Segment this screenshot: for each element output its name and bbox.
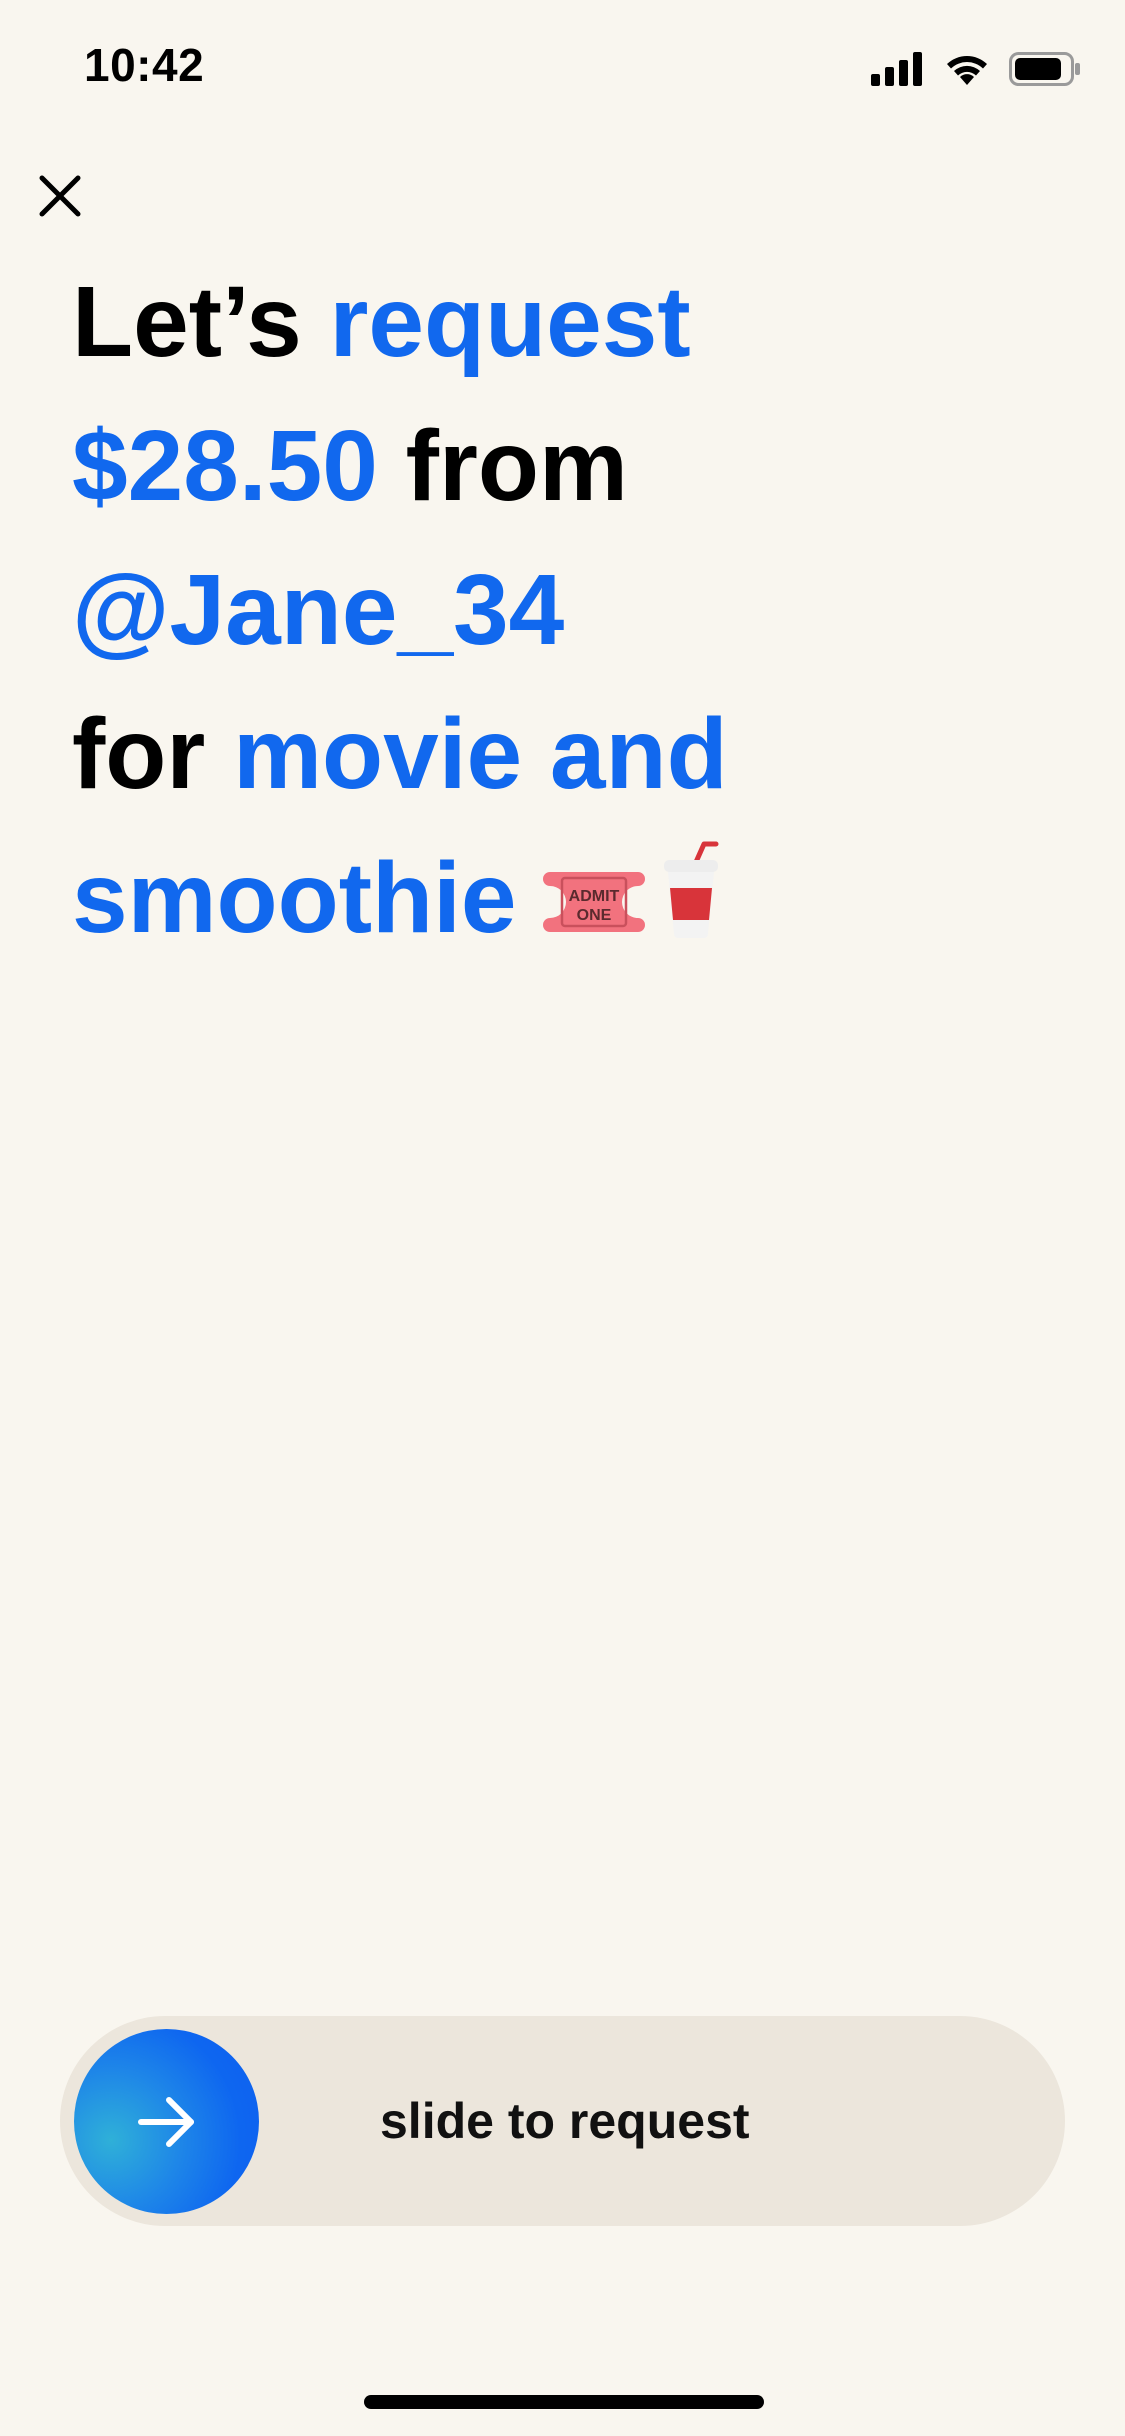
request-screen: 10:42 Let’s request $28.50 from @Jane_34…: [0, 0, 1125, 2436]
battery-icon: [1009, 52, 1080, 86]
headline-line-1: Let’s request: [72, 250, 1072, 394]
headline-line-2: $28.50 from: [72, 394, 1072, 538]
amount-text[interactable]: $28.50: [72, 410, 378, 522]
close-icon: [39, 175, 81, 217]
cellular-signal-icon: [871, 52, 922, 86]
status-icons: [871, 48, 1081, 90]
cup-with-straw-emoji-icon: [664, 841, 719, 938]
headline-action-text: request: [329, 266, 691, 378]
note-emojis: ADMIT ONE: [542, 834, 726, 978]
note-text-part-1[interactable]: movie and: [233, 698, 728, 810]
headline-line-4: for movie and: [72, 682, 1072, 826]
slider-knob[interactable]: [74, 2029, 259, 2214]
ticket-emoji-icon: ADMIT ONE: [543, 872, 646, 932]
home-indicator[interactable]: [364, 2395, 764, 2409]
headline-for-text: for: [72, 698, 206, 810]
slider-label: slide to request: [380, 2093, 750, 2149]
svg-text:ADMIT: ADMIT: [569, 888, 620, 905]
recipient-username[interactable]: @Jane_34: [72, 554, 564, 666]
slide-to-request-slider[interactable]: slide to request: [60, 2016, 1065, 2226]
headline-line-3: @Jane_34: [72, 538, 1072, 682]
wifi-icon: [947, 56, 987, 85]
headline-lets-text: Let’s: [72, 266, 302, 378]
request-summary-headline: Let’s request $28.50 from @Jane_34 for m…: [72, 250, 1072, 978]
close-button[interactable]: [32, 168, 88, 224]
headline-from-text: from: [405, 410, 628, 522]
svg-text:ONE: ONE: [577, 907, 612, 924]
status-time: 10:42: [84, 39, 205, 91]
note-text-part-2[interactable]: smoothie: [72, 842, 516, 954]
arrow-right-icon: [137, 2096, 194, 2147]
headline-line-5: smoothie ADMIT ONE: [72, 826, 1072, 978]
